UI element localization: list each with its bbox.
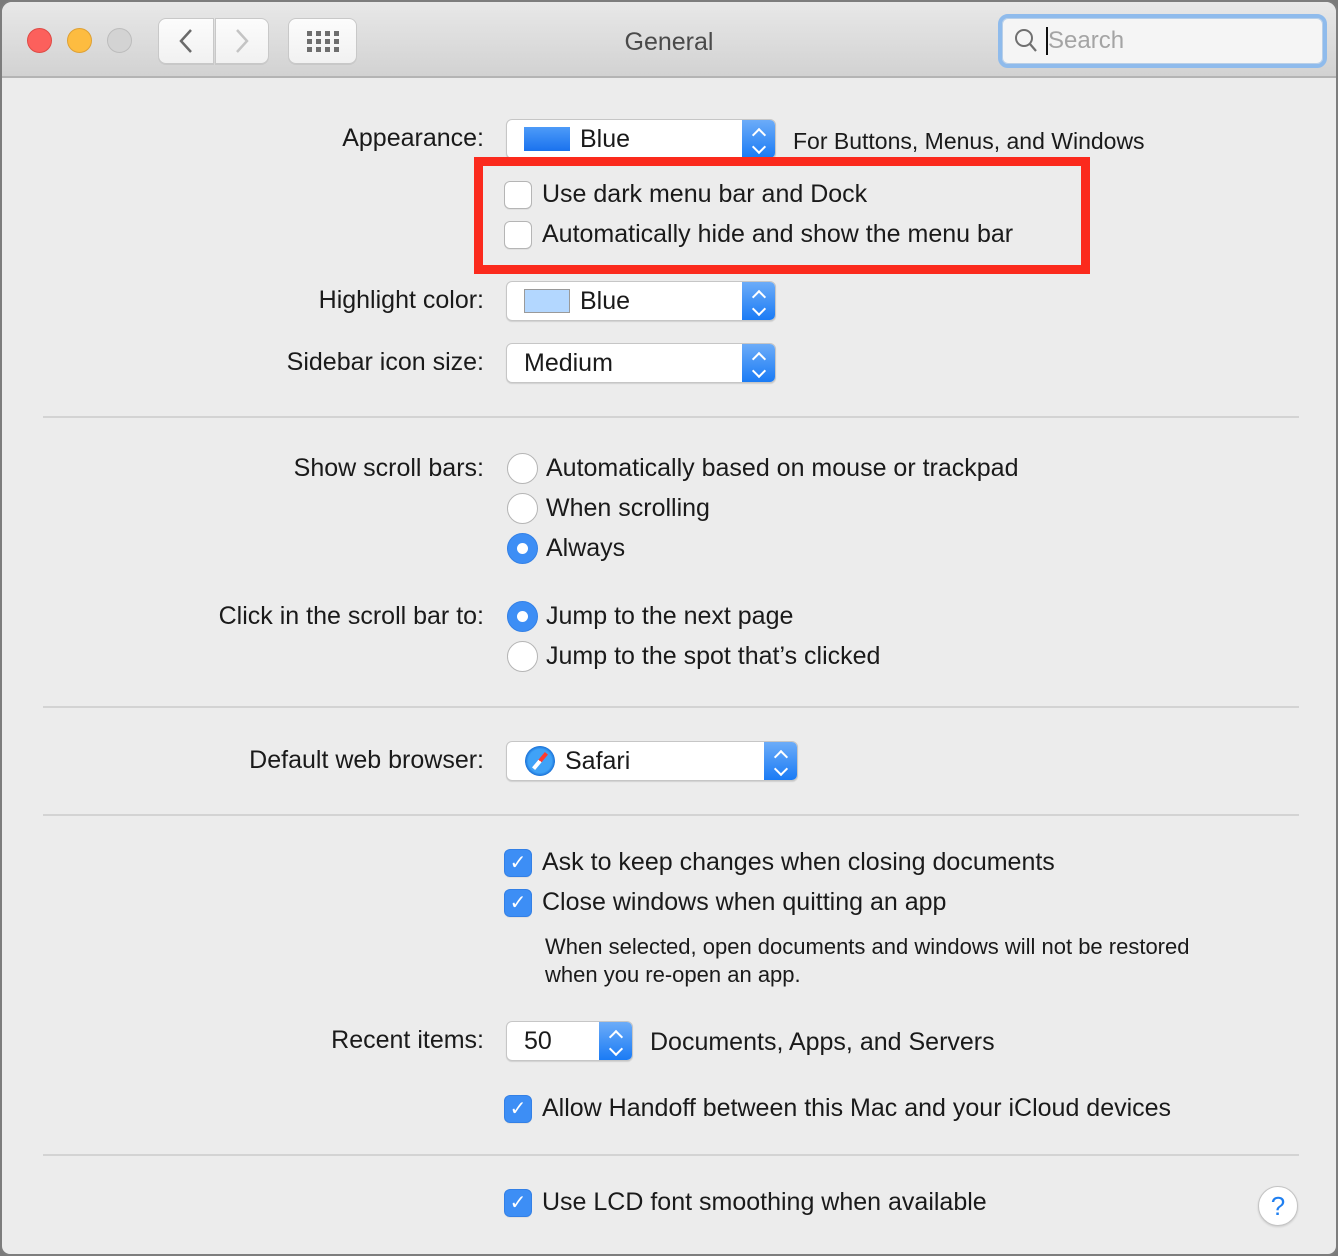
search-input[interactable] [1046, 27, 1306, 55]
show-scroll-bars-label: Show scroll bars: [293, 454, 484, 482]
appearance-note: For Buttons, Menus, and Windows [793, 128, 1145, 154]
popup-stepper-icon [742, 282, 775, 320]
sidebar-icon-size-popup[interactable]: Medium [506, 343, 776, 383]
annotation-highlight-box [474, 157, 1090, 274]
scroll-bars-auto-radio[interactable]: Automatically based on mouse or trackpad [507, 453, 1018, 484]
popup-stepper-icon [764, 742, 797, 780]
click-scroll-bar-label: Click in the scroll bar to: [218, 602, 484, 630]
ask-keep-changes-label: Ask to keep changes when closing documen… [542, 848, 1055, 876]
handoff-checkbox[interactable]: ✓ Allow Handoff between this Mac and you… [504, 1094, 1171, 1123]
radio-label: Jump to the spot that’s clicked [546, 642, 881, 670]
popup-stepper-icon [742, 344, 775, 382]
recent-items-popup[interactable]: 50 [506, 1021, 633, 1061]
radio-label: Jump to the next page [546, 602, 794, 630]
radio-label: Always [546, 534, 626, 562]
scroll-bars-always-radio[interactable]: Always [507, 533, 625, 564]
radio-button-selected[interactable] [507, 533, 538, 564]
jump-to-spot-radio[interactable]: Jump to the spot that’s clicked [507, 641, 880, 672]
highlight-color-label: Highlight color: [318, 286, 484, 314]
sidebar-icon-size-value: Medium [524, 348, 613, 377]
jump-next-page-radio[interactable]: Jump to the next page [507, 601, 793, 632]
lcd-font-smoothing-checkbox[interactable]: ✓ Use LCD font smoothing when available [504, 1188, 987, 1217]
close-windows-note-line2: when you re-open an app. [545, 962, 801, 987]
radio-button[interactable] [507, 493, 538, 524]
radio-label: Automatically based on mouse or trackpad [546, 454, 1019, 482]
radio-label: When scrolling [546, 494, 710, 522]
recent-items-note: Documents, Apps, and Servers [650, 1028, 995, 1056]
appearance-label: Appearance: [342, 124, 484, 152]
search-field[interactable] [998, 14, 1327, 68]
default-browser-popup[interactable]: Safari [506, 741, 798, 781]
popup-stepper-icon [599, 1022, 632, 1060]
separator [43, 706, 1299, 708]
checkbox-checked[interactable]: ✓ [504, 848, 532, 877]
checkbox-checked[interactable]: ✓ [504, 1188, 532, 1217]
separator [43, 814, 1299, 816]
checkbox-checked[interactable]: ✓ [504, 888, 532, 917]
close-windows-note-line1: When selected, open documents and window… [545, 934, 1190, 959]
ask-keep-changes-checkbox[interactable]: ✓ Ask to keep changes when closing docum… [504, 848, 1055, 877]
close-windows-checkbox[interactable]: ✓ Close windows when quitting an app [504, 888, 946, 917]
default-browser-label: Default web browser: [249, 746, 484, 774]
highlight-swatch [524, 289, 570, 313]
appearance-swatch [524, 127, 570, 151]
separator [43, 416, 1299, 418]
safari-compass-icon [525, 746, 555, 776]
close-windows-label: Close windows when quitting an app [542, 888, 947, 916]
separator [43, 1154, 1299, 1156]
help-button[interactable]: ? [1258, 1186, 1298, 1226]
recent-items-label: Recent items: [331, 1026, 484, 1054]
handoff-label: Allow Handoff between this Mac and your … [542, 1094, 1172, 1122]
search-icon [1015, 29, 1037, 52]
popup-stepper-icon [742, 120, 775, 158]
lcd-font-smoothing-label: Use LCD font smoothing when available [542, 1188, 987, 1216]
title-bar: General [2, 2, 1336, 78]
appearance-popup[interactable]: Blue [506, 119, 776, 159]
radio-button-selected[interactable] [507, 601, 538, 632]
preferences-window: General Appearance: Blue For Buttons, Me… [0, 0, 1338, 1256]
highlight-color-popup[interactable]: Blue [506, 281, 776, 321]
default-browser-value: Safari [565, 746, 631, 775]
sidebar-icon-size-label: Sidebar icon size: [286, 348, 484, 376]
checkbox-checked[interactable]: ✓ [504, 1094, 532, 1123]
radio-button[interactable] [507, 453, 538, 484]
radio-button[interactable] [507, 641, 538, 672]
scroll-bars-when-scrolling-radio[interactable]: When scrolling [507, 493, 710, 524]
